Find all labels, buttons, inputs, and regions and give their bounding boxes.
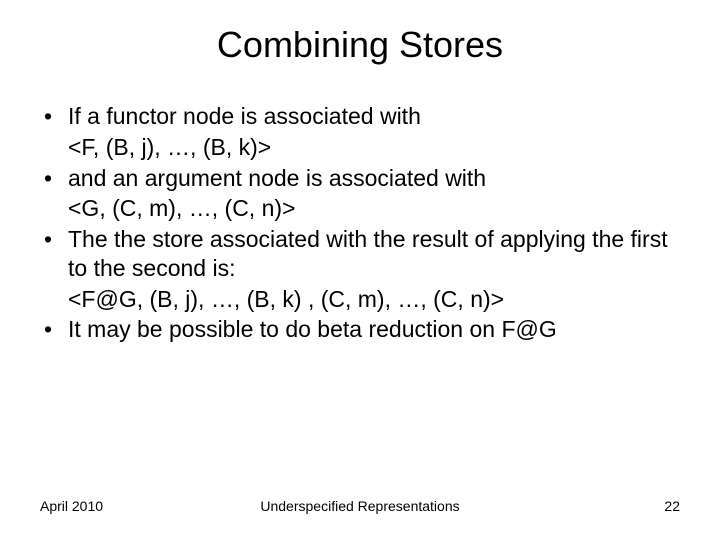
slide-body: If a functor node is associated with <F,…: [40, 102, 680, 344]
bullet-text: If a functor node is associated with: [68, 103, 421, 129]
slide: Combining Stores If a functor node is as…: [0, 0, 720, 540]
footer-title: Underspecified Representations: [40, 498, 680, 514]
bullet-sub: <F, (B, j), …, (B, k)>: [40, 133, 680, 162]
list-item: The the store associated with the result…: [40, 225, 680, 283]
list-item: If a functor node is associated with: [40, 102, 680, 131]
bullet-text: It may be possible to do beta reduction …: [68, 316, 557, 342]
bullet-sub: <F@G, (B, j), …, (B, k) , (C, m), …, (C,…: [40, 285, 680, 314]
slide-footer: April 2010 Underspecified Representation…: [40, 498, 680, 514]
footer-date: April 2010: [40, 498, 103, 514]
bullet-sub: <G, (C, m), …, (C, n)>: [40, 194, 680, 223]
bullet-list: If a functor node is associated with <F,…: [40, 102, 680, 344]
bullet-text: The the store associated with the result…: [68, 226, 668, 281]
slide-title: Combining Stores: [40, 24, 680, 66]
list-item: and an argument node is associated with: [40, 164, 680, 193]
bullet-text: and an argument node is associated with: [68, 165, 486, 191]
list-item: It may be possible to do beta reduction …: [40, 315, 680, 344]
footer-page-number: 22: [664, 498, 680, 514]
